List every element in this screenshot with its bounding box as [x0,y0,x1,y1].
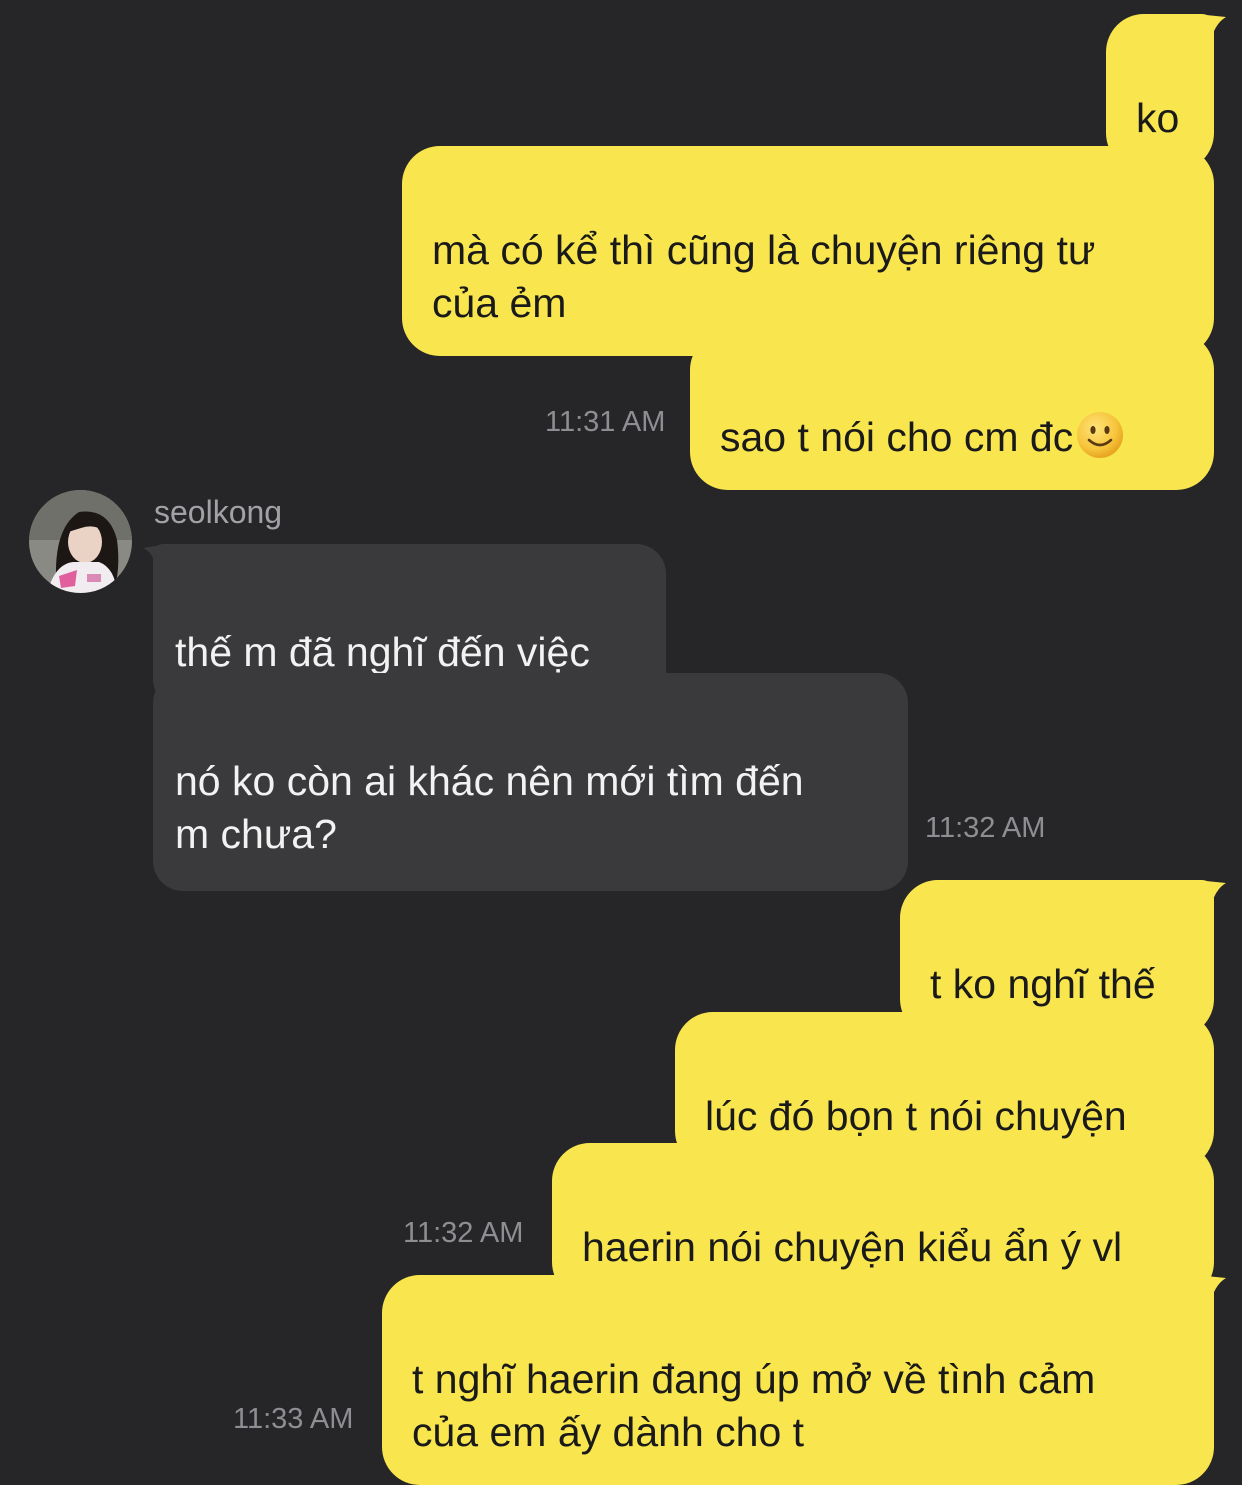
timestamp: 11:33 AM [233,1403,354,1435]
message-text: nó ko còn ai khác nên mới tìm đến m chưa… [175,758,804,857]
profile-photo-avatar-icon [29,490,132,593]
bubble-tail-icon [1196,1275,1226,1305]
outgoing-message-bubble[interactable]: sao t nói cho cm đc [690,332,1214,490]
bubble-tail-icon [1196,14,1226,44]
incoming-message-bubble[interactable]: nó ko còn ai khác nên mới tìm đến m chưa… [153,673,908,891]
message-text: thế m đã nghĩ đến việc [175,629,590,675]
timestamp: 11:32 AM [403,1217,524,1249]
message-text: haerin nói chuyện kiểu ẩn ý vl [582,1224,1123,1270]
outgoing-message-bubble[interactable]: t nghĩ haerin đang úp mở về tình cảm của… [382,1275,1214,1485]
message-text: ko [1136,95,1180,141]
message-text: sao t nói cho cm đc [720,414,1074,460]
message-text: lúc đó bọn t nói chuyện [705,1093,1127,1139]
timestamp: 11:32 AM [925,812,1046,844]
contact-avatar[interactable] [29,490,132,593]
message-text: t ko nghĩ thế [930,961,1156,1007]
sender-name: seolkong [154,494,283,530]
chat-thread[interactable]: ko mà có kể thì cũng là chuyện riêng tư … [0,0,1242,1485]
bubble-tail-icon [1196,880,1226,910]
message-text: mà có kể thì cũng là chuyện riêng tư của… [432,227,1096,326]
slightly-smiling-face-emoji [1077,412,1124,458]
timestamp: 11:31 AM [545,406,666,438]
message-text: t nghĩ haerin đang úp mở về tình cảm của… [412,1356,1096,1455]
outgoing-message-bubble[interactable]: mà có kể thì cũng là chuyện riêng tư của… [402,146,1214,356]
